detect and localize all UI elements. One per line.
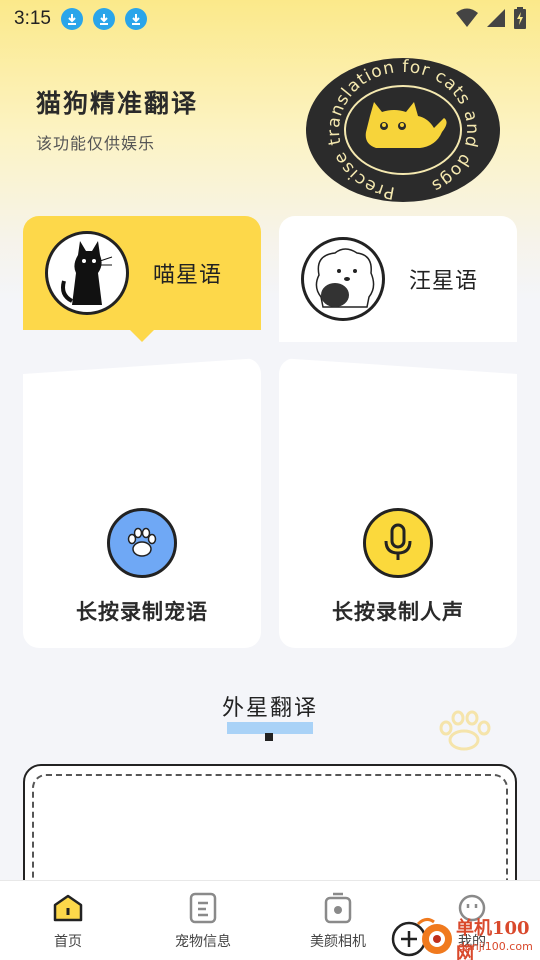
nav-home-label: 首页 [54, 934, 82, 950]
signal-icon [486, 8, 506, 32]
tab-dog-label: 汪星语 [409, 269, 479, 294]
battery-icon [514, 7, 526, 33]
section-title-dot [265, 733, 273, 741]
camera-icon [322, 891, 354, 925]
nav-beauty-camera-label: 美颜相机 [310, 934, 366, 950]
nav-pet-info-label: 宠物信息 [175, 934, 231, 950]
watermark-url: danji100.com [458, 940, 533, 953]
status-time: 3:15 [14, 8, 51, 29]
nav-home[interactable]: 首页 [8, 891, 128, 951]
status-bar: 3:15 [0, 0, 540, 38]
watermark-name: 单机100网 [456, 918, 530, 960]
black-cat-avatar [45, 231, 129, 315]
record-voice-button[interactable] [363, 508, 433, 578]
page-title: 猫狗精准翻译 [36, 89, 199, 118]
cat-logo-badge: Precise translation for cats and dogs [306, 57, 500, 203]
microphone-icon [384, 523, 412, 560]
record-pet-button[interactable] [107, 508, 177, 578]
record-human-card[interactable]: 长按录制人声 [279, 358, 517, 648]
section-title: 外星翻译 [221, 696, 318, 721]
download-icon [92, 8, 115, 30]
nav-pet-info[interactable]: 宠物信息 [143, 891, 263, 951]
tab-cat-language[interactable]: 喵星语 [23, 216, 261, 330]
record-human-label: 长按录制人声 [332, 600, 464, 624]
page-subtitle: 该功能仅供娱乐 [36, 134, 156, 153]
white-dog-avatar [301, 237, 385, 321]
tab-dog-language[interactable]: 汪星语 [279, 216, 517, 342]
watermark-logo-icon [391, 917, 452, 957]
document-icon [187, 891, 219, 925]
home-icon [52, 891, 84, 925]
download-icon [60, 8, 83, 30]
record-pet-card[interactable]: 长按录制宠语 [23, 358, 261, 648]
tab-cat-label: 喵星语 [153, 263, 223, 288]
tab-pointer [130, 330, 154, 342]
nav-beauty-camera[interactable]: 美颜相机 [278, 891, 398, 951]
wifi-icon [456, 8, 478, 32]
record-pet-label: 长按录制宠语 [76, 600, 208, 624]
paw-icon [127, 527, 157, 557]
watermark: 单机100网 danji100.com [390, 914, 540, 960]
download-icon [124, 8, 147, 30]
